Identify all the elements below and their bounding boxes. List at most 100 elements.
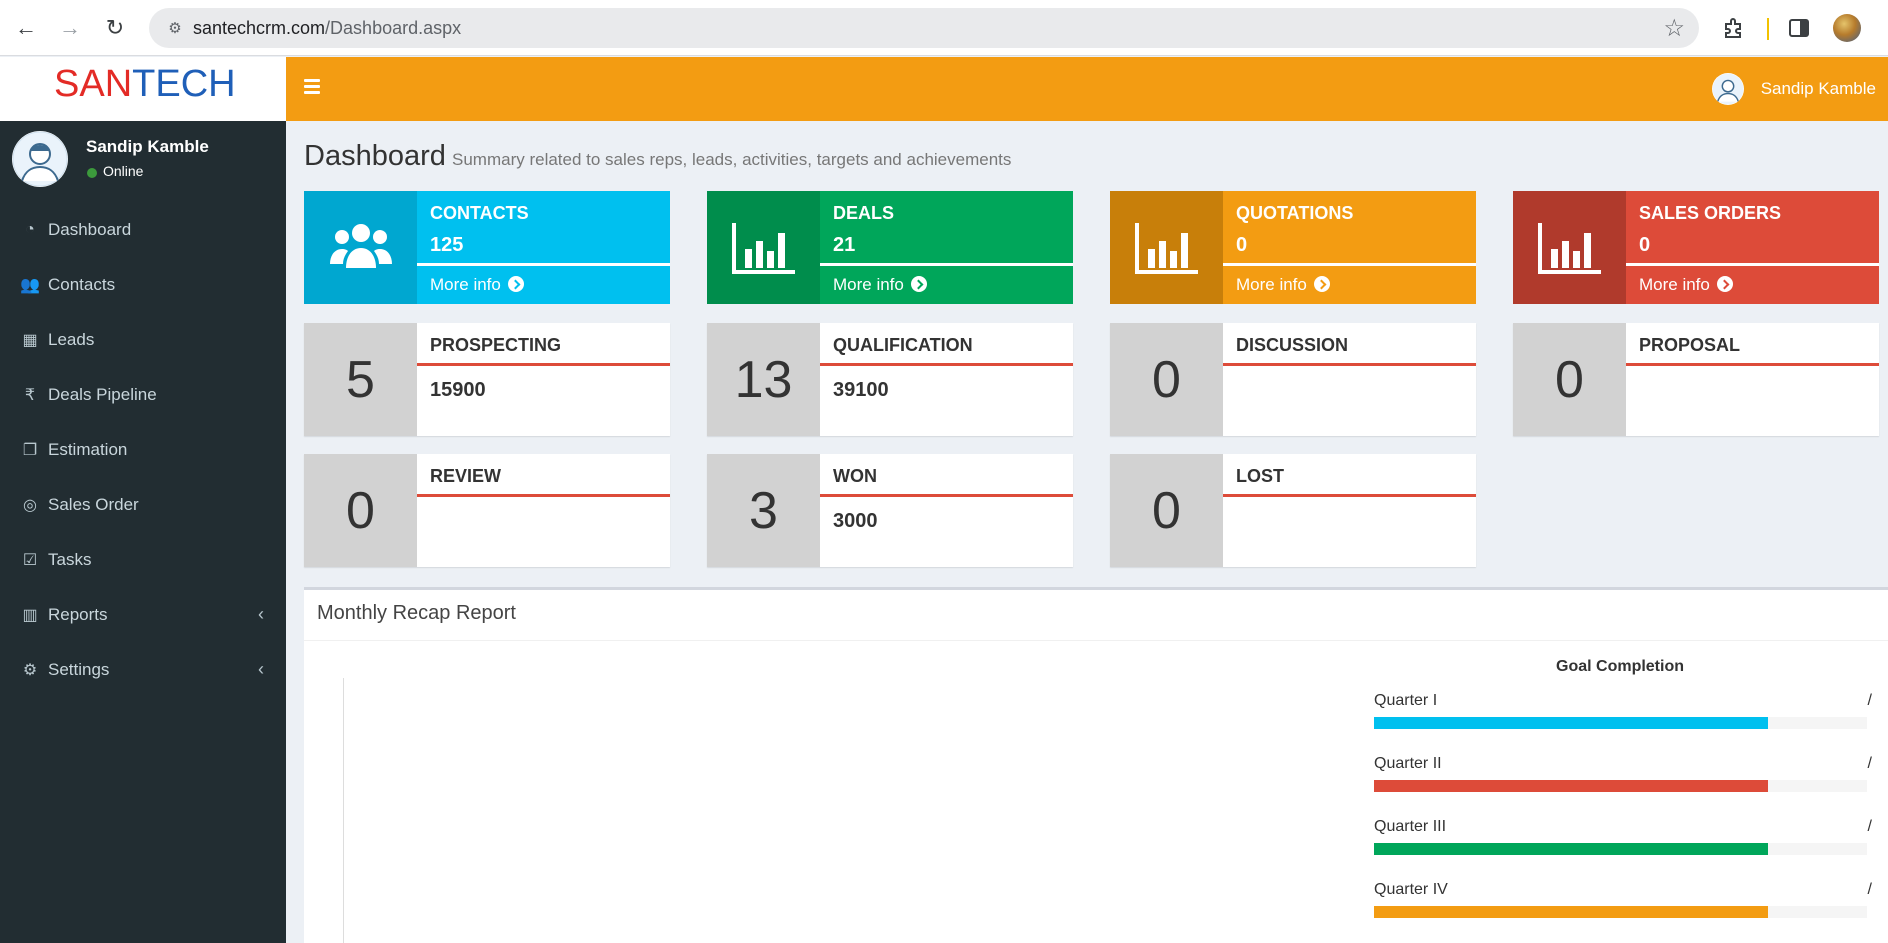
stage-box-review: 0 REVIEW <box>304 454 670 567</box>
stage-box-prospecting: 5 PROSPECTING 15900 <box>304 323 670 436</box>
url-text[interactable]: santechcrm.com/Dashboard.aspx <box>193 18 461 39</box>
stage-box-qualification: 13 QUALIFICATION 39100 <box>707 323 1073 436</box>
stage-divider <box>820 363 1073 366</box>
stage-name: REVIEW <box>430 466 502 486</box>
progress-bar <box>1374 780 1769 792</box>
stage-count: 3 <box>707 454 820 567</box>
stage-box-won: 3 WON 3000 <box>707 454 1073 567</box>
info-box-title: QUOTATIONS <box>1236 203 1354 223</box>
info-box-title: DEALS <box>833 203 895 223</box>
sidebar-item-settings[interactable]: ⚙ Settings ‹ <box>0 643 286 698</box>
goal-progress-item: Quarter IV / <box>1374 881 1874 931</box>
sidebar-item-tasks[interactable]: ☑ Tasks <box>0 533 286 588</box>
stage-name: PROSPECTING <box>430 335 562 355</box>
stage-count: 0 <box>1110 323 1223 436</box>
bar-chart-icon <box>1110 191 1223 304</box>
menu-toggle-icon[interactable] <box>304 79 320 94</box>
stage-name: LOST <box>1236 466 1284 486</box>
sidebar-item-leads[interactable]: ▦ Leads <box>0 313 286 368</box>
stage-name: QUALIFICATION <box>833 335 973 355</box>
sidebar-item-sales-order[interactable]: ◎ Sales Order <box>0 478 286 533</box>
sidebar: SANTECH Sandip Kamble Online ◔ Dashboard 👥… <box>0 57 286 943</box>
side-panel-icon[interactable] <box>1787 16 1811 40</box>
sidebar-item-estimation[interactable]: ❐ Estimation <box>0 423 286 478</box>
stage-divider <box>1626 363 1879 366</box>
more-info-link[interactable]: More info <box>1236 275 1330 295</box>
browser-profile-avatar[interactable] <box>1833 14 1861 42</box>
address-bar[interactable]: ⚙ santechcrm.com/Dashboard.aspx ☆ <box>149 8 1699 48</box>
progress-track <box>1374 780 1867 792</box>
info-box-value: 0 <box>1639 234 1651 256</box>
sidebar-item-reports[interactable]: ▥ Reports ‹ <box>0 588 286 643</box>
goal-label: Quarter III <box>1374 818 1447 835</box>
goal-value: / <box>1867 755 1872 772</box>
bullseye-icon: ◎ <box>23 497 37 514</box>
sidebar-item-label: Deals Pipeline <box>48 385 157 404</box>
goal-completion-title: Goal Completion <box>1556 658 1684 675</box>
online-status-icon <box>87 168 97 178</box>
more-info-link[interactable]: More info <box>833 275 927 295</box>
goal-value: / <box>1867 692 1872 709</box>
copy-icon: ❐ <box>22 442 38 459</box>
stage-count: 13 <box>707 323 820 436</box>
info-box-divider <box>1223 263 1476 266</box>
progress-track <box>1374 843 1867 855</box>
bar-chart-icon <box>707 191 820 304</box>
arrow-circle-right-icon <box>910 276 927 292</box>
extensions-icon[interactable] <box>1722 16 1746 40</box>
stage-count: 0 <box>1110 454 1223 567</box>
stage-count: 0 <box>304 454 417 567</box>
sidebar-item-label: Dashboard <box>48 220 132 239</box>
report-divider <box>304 640 1888 641</box>
back-icon[interactable]: ← <box>12 14 40 42</box>
sidebar-item-label: Sales Order <box>48 495 139 514</box>
progress-track <box>1374 906 1867 918</box>
more-info-link[interactable]: More info <box>1639 275 1733 295</box>
goal-label: Quarter I <box>1374 692 1438 709</box>
header-avatar[interactable] <box>1712 73 1744 105</box>
cubes-icon: ▦ <box>22 332 38 349</box>
stage-divider <box>820 494 1073 497</box>
stage-divider <box>417 494 670 497</box>
forward-icon[interactable]: → <box>56 14 84 42</box>
stage-box-discussion: 0 DISCUSSION <box>1110 323 1476 436</box>
page-subtitle: Summary related to sales reps, leads, ac… <box>452 150 1012 169</box>
bookmark-star-icon[interactable]: ☆ <box>1663 14 1685 43</box>
sidebar-item-deals-pipeline[interactable]: ₹ Deals Pipeline <box>0 368 286 423</box>
progress-bar <box>1374 906 1769 918</box>
info-box-title: SALES ORDERS <box>1639 203 1782 223</box>
stage-box-proposal: 0 PROPOSAL <box>1513 323 1879 436</box>
sidebar-item-label: Reports <box>48 605 108 624</box>
stage-name: PROPOSAL <box>1639 335 1741 355</box>
stage-value: 15900 <box>430 379 486 401</box>
info-box-divider <box>417 263 670 266</box>
goal-label: Quarter IV <box>1374 881 1448 898</box>
report-title: Monthly Recap Report <box>317 602 516 624</box>
sidebar-item-label: Estimation <box>48 440 128 459</box>
more-info-link[interactable]: More info <box>430 275 524 295</box>
stage-box-lost: 0 LOST <box>1110 454 1476 567</box>
bar-chart-icon: ▥ <box>22 607 38 624</box>
stage-count: 0 <box>1513 323 1626 436</box>
check-square-icon: ☑ <box>22 552 38 569</box>
sidebar-item-contacts[interactable]: 👥 Contacts <box>0 258 286 313</box>
chevron-left-icon: ‹ <box>258 659 264 679</box>
site-settings-icon[interactable]: ⚙ <box>163 16 187 40</box>
rupee-icon: ₹ <box>24 387 36 404</box>
sidebar-user-name: Sandip Kamble <box>86 137 209 156</box>
avatar <box>12 131 68 187</box>
toolbar-divider <box>1767 18 1769 40</box>
browser-toolbar: ← → ↻ ⚙ santechcrm.com/Dashboard.aspx ☆ <box>0 0 1888 56</box>
stage-count: 5 <box>304 323 417 436</box>
user-panel: Sandip Kamble Online <box>0 121 286 201</box>
users-icon <box>304 191 417 304</box>
stage-name: WON <box>833 466 877 486</box>
reload-icon[interactable]: ↻ <box>101 14 129 42</box>
stage-divider <box>417 363 670 366</box>
goal-label: Quarter II <box>1374 755 1442 772</box>
progress-track <box>1374 717 1867 729</box>
sidebar-item-dashboard[interactable]: ◔ Dashboard <box>0 203 286 258</box>
header-user-name[interactable]: Sandip Kamble <box>1761 79 1876 99</box>
logo[interactable]: SANTECH <box>0 57 286 121</box>
info-box-contacts: CONTACTS 125 More info <box>304 191 670 304</box>
